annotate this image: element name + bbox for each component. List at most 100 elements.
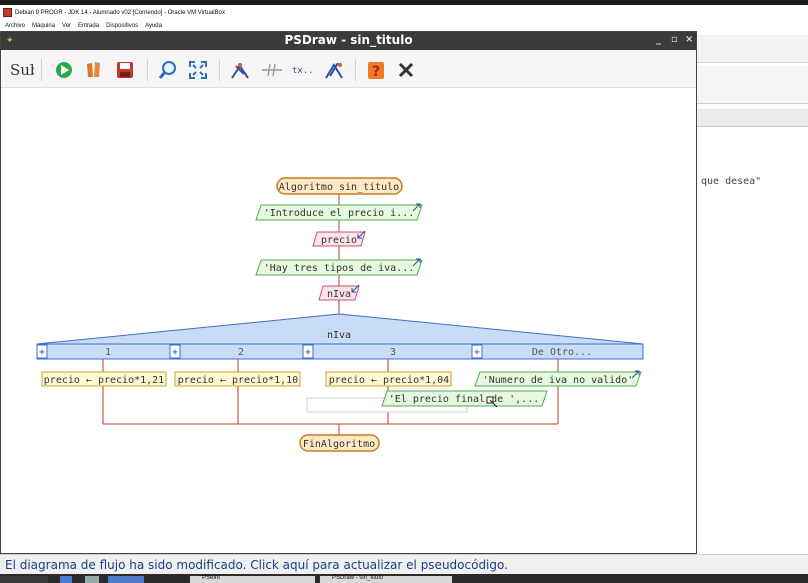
close-window-button[interactable]: ×: [685, 34, 693, 45]
assign-node-label: precio ← precio*1,10: [178, 375, 298, 386]
svg-text:?: ?: [372, 64, 380, 80]
psdraw-title: PSDraw - sin_titulo: [284, 33, 413, 47]
output-node-label: 'Hay tres tipos de iva...: [264, 263, 415, 274]
save-icon: [117, 62, 133, 78]
psdraw-toolbar: Sub tx... ?: [1, 50, 696, 88]
floating-output-node[interactable]: 'El precio final de ',...: [381, 390, 548, 408]
help-icon: ?: [368, 62, 384, 80]
close-diagram-button[interactable]: [393, 58, 419, 82]
assign-node-label: precio ← precio*1,21: [44, 375, 164, 386]
taskbar-item-label: PSeInt: [202, 575, 221, 581]
toolbar-separator: [355, 59, 356, 81]
sub-icon: Sub: [10, 61, 34, 79]
step-button[interactable]: [81, 58, 107, 82]
diagram-canvas[interactable]: Algoritmo sin_titulo 'Introduce el preci…: [1, 89, 696, 553]
output-node[interactable]: 'Introduce el precio i...: [255, 203, 423, 221]
virtualbox-app-icon: [3, 8, 12, 17]
text-icon: tx...: [292, 66, 314, 76]
browser-launcher-icon[interactable]: [60, 576, 72, 583]
taskbar: PSeInt PSDraw - sin_titulo: [0, 574, 808, 583]
menu-maquina[interactable]: Máquina: [32, 23, 55, 29]
end-node-label: FinAlgoritmo: [303, 439, 375, 450]
zoom-button[interactable]: [155, 58, 181, 82]
menu-entrada[interactable]: Entrada: [78, 23, 99, 29]
switch-node[interactable]: nIva + + + + 1 2 3 De Otro...: [36, 313, 644, 360]
sub-button[interactable]: Sub: [7, 58, 35, 82]
run-button[interactable]: [51, 58, 77, 82]
floating-output-label: 'El precio final de ',...: [389, 394, 540, 405]
case-label: 3: [390, 347, 396, 358]
toolbar-separator: [219, 59, 220, 81]
toolbar-separator: [147, 59, 148, 81]
assign-node[interactable]: precio ← precio*1,04: [325, 371, 452, 387]
case-label: De Otro...: [532, 347, 592, 358]
add-case-icon[interactable]: +: [471, 344, 483, 359]
output-node-label: 'Introduce el precio i...: [264, 208, 415, 219]
menu-ver[interactable]: Ver: [62, 23, 71, 29]
text-button[interactable]: tx...: [289, 58, 315, 82]
svg-text:+: +: [474, 347, 480, 358]
files-launcher-icon[interactable]: [85, 576, 99, 583]
menu-archivo[interactable]: Archivo: [5, 23, 25, 29]
virtualbox-title: Debian 9 PROGR - JDK 14 - Alumnado v02 […: [15, 9, 225, 16]
maximize-button[interactable]: ▫: [671, 34, 678, 45]
close-icon: [398, 62, 414, 78]
save-button[interactable]: [112, 58, 138, 82]
start-node[interactable]: Algoritmo sin_titulo: [276, 177, 403, 195]
zoom-icon: [158, 61, 176, 79]
status-message[interactable]: El diagrama de flujo ha sido modificado.…: [5, 558, 508, 572]
add-case-icon[interactable]: +: [36, 344, 48, 359]
svg-text:+: +: [305, 347, 311, 358]
help-button[interactable]: ?: [363, 58, 389, 82]
end-node[interactable]: FinAlgoritmo: [299, 434, 380, 452]
menu-ayuda[interactable]: Ayuda: [145, 23, 162, 29]
background-toolbar-secondary: [697, 66, 808, 104]
output-node[interactable]: 'Numero de iva no valido': [474, 370, 642, 387]
background-editor-window[interactable]: que desea": [697, 31, 808, 553]
case-label: 1: [105, 347, 111, 358]
input-node[interactable]: precio: [312, 230, 366, 247]
background-code-fragment: que desea": [701, 176, 762, 187]
sub-icon-label: Sub: [10, 61, 34, 79]
add-case-icon[interactable]: +: [302, 344, 314, 359]
virtualbox-titlebar: Debian 9 PROGR - JDK 14 - Alumnado v02 […: [0, 0, 808, 20]
psdraw-window: ✦ PSDraw - sin_titulo _ ▫ × Sub: [0, 31, 697, 554]
virtualbox-menubar: Archivo Máquina Ver Entrada Dispositivos…: [0, 20, 808, 31]
input-node[interactable]: nIva: [318, 284, 360, 301]
desktop-screen: { "vbox": { "title": "Debian 9 PROGR - J…: [0, 0, 808, 583]
taskbar-item-psdraw[interactable]: PSDraw - sin_titulo: [320, 575, 452, 583]
output-node[interactable]: 'Hay tres tipos de iva...: [255, 258, 423, 276]
svg-text:tx...: tx...: [292, 66, 314, 76]
fit-icon: [189, 61, 207, 79]
menu-dispositivos[interactable]: Dispositivos: [106, 23, 138, 29]
status-bar[interactable]: El diagrama de flujo ha sido modificado.…: [0, 554, 808, 574]
terminal-launcher-icon[interactable]: [108, 576, 144, 583]
flowchart: Algoritmo sin_titulo 'Introduce el preci…: [36, 177, 644, 452]
variables-icon: [262, 63, 282, 77]
switch-variable-label: nIva: [327, 330, 351, 341]
comment-button[interactable]: [228, 58, 254, 82]
minimize-button[interactable]: _: [656, 34, 661, 45]
output-node-label: 'Numero de iva no valido': [483, 375, 634, 386]
variables-button[interactable]: [259, 58, 285, 82]
edit-icon: [325, 62, 343, 79]
start-menu[interactable]: [0, 576, 48, 583]
input-node-label: nIva: [327, 289, 351, 300]
run-icon: [56, 62, 72, 78]
assign-node-label: precio ← precio*1,04: [329, 375, 449, 386]
add-case-icon[interactable]: +: [169, 344, 181, 359]
taskbar-item-pseint[interactable]: PSeInt: [190, 575, 315, 583]
case-label: 2: [238, 347, 244, 358]
start-node-label: Algoritmo sin_titulo: [279, 182, 399, 193]
svg-text:+: +: [172, 347, 178, 358]
toolbar-separator: [41, 59, 42, 81]
taskbar-item-label: PSDraw - sin_titulo: [332, 575, 384, 581]
step-icon: [87, 62, 100, 77]
edit-button[interactable]: [321, 58, 347, 82]
fit-button[interactable]: [185, 58, 211, 82]
psdraw-titlebar: ✦ PSDraw - sin_titulo _ ▫ ×: [1, 32, 696, 50]
assign-node[interactable]: precio ← precio*1,10: [174, 371, 301, 387]
background-toolbar: [697, 35, 808, 63]
assign-node[interactable]: precio ← precio*1,21: [41, 371, 167, 387]
input-node-label: precio: [321, 235, 357, 246]
